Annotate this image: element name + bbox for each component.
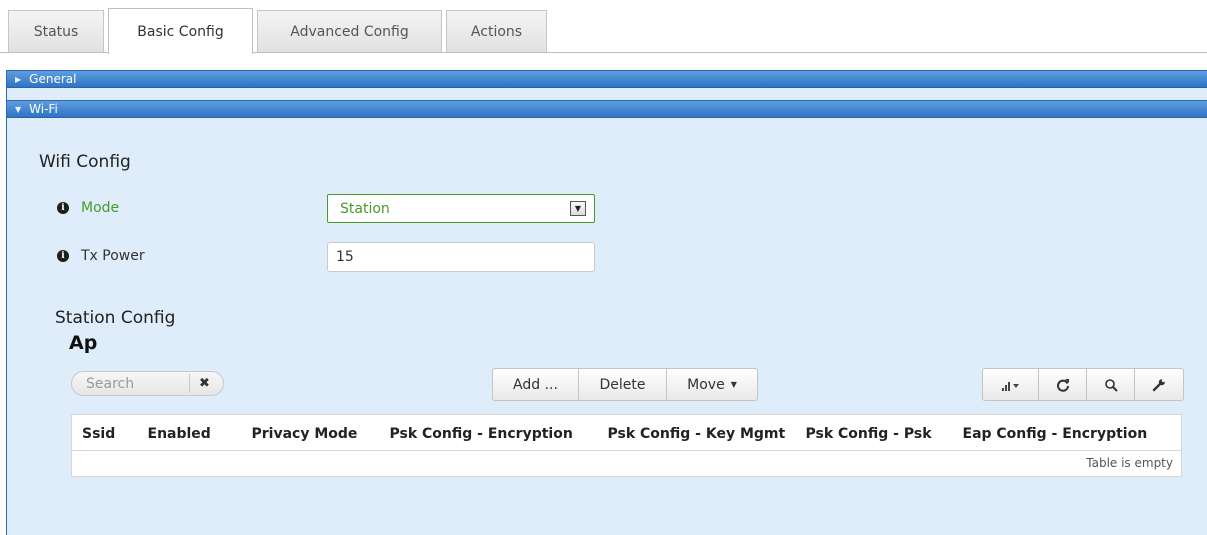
tx-power-input[interactable] [327, 242, 595, 272]
accordion-general-header[interactable]: ▶ General [7, 70, 1207, 88]
column-header-psk-encryption[interactable]: Psk Config - Encryption [379, 414, 598, 451]
column-header-psk-key-mgmt[interactable]: Psk Config - Key Mgmt [597, 414, 796, 451]
move-button-label: Move [687, 376, 725, 393]
mode-label: Mode [81, 200, 120, 216]
refresh-icon [1056, 378, 1069, 392]
table-header-row: Ssid Enabled Privacy Mode Psk Config - E… [71, 414, 1182, 451]
tab-label: Status [33, 24, 79, 40]
accordion-wifi-header[interactable]: ▼ Wi-Fi [7, 100, 1207, 118]
search-button[interactable] [1087, 369, 1135, 400]
refresh-button[interactable] [1039, 369, 1087, 400]
info-icon[interactable]: i [57, 202, 69, 214]
search-input[interactable] [72, 372, 182, 395]
wifi-config-title: Wifi Config [39, 152, 131, 172]
columns-signal-icon [1001, 381, 1019, 391]
tab-actions[interactable]: Actions [446, 10, 547, 53]
tab-label: Basic Config [137, 23, 224, 40]
delete-button[interactable]: Delete [579, 369, 667, 400]
caret-down-icon: ▼ [730, 380, 737, 389]
mode-select-value: Station [340, 200, 390, 217]
tx-power-row: i Tx Power [57, 248, 145, 264]
column-header-ssid[interactable]: Ssid [71, 414, 138, 451]
accordion-wifi-label: Wi-Fi [29, 102, 58, 116]
columns-menu-button[interactable] [983, 369, 1039, 400]
column-header-privacy-mode[interactable]: Privacy Mode [241, 414, 380, 451]
table-action-buttons: Add ... Delete Move ▼ [492, 368, 758, 401]
table-title: Ap [69, 332, 98, 354]
tab-bar: Status Basic Config Advanced Config Acti… [0, 0, 1207, 54]
ap-table: Ssid Enabled Privacy Mode Psk Config - E… [71, 414, 1182, 477]
search-icon [1104, 378, 1118, 392]
tab-status[interactable]: Status [8, 10, 104, 53]
add-button[interactable]: Add ... [493, 369, 579, 400]
expand-right-icon: ▶ [15, 74, 22, 84]
column-header-eap-encryption[interactable]: Eap Config - Encryption [952, 414, 1182, 451]
move-button[interactable]: Move ▼ [667, 369, 757, 400]
tx-power-label: Tx Power [81, 248, 145, 264]
column-header-psk[interactable]: Psk Config - Psk [795, 414, 953, 451]
search-box: ✖ [71, 371, 224, 396]
wrench-icon [1152, 378, 1165, 391]
mode-row: i Mode [57, 200, 119, 216]
dropdown-arrow-icon[interactable]: ▼ [570, 201, 586, 216]
tab-basic-config[interactable]: Basic Config [108, 8, 253, 54]
tab-label: Actions [470, 24, 523, 40]
config-panel: ▶ General ▼ Wi-Fi Wifi Config i Mode Sta… [6, 70, 1207, 535]
collapse-down-icon: ▼ [15, 104, 22, 114]
station-config-title: Station Config [55, 308, 176, 328]
table-empty-row: Table is empty [72, 451, 1182, 477]
table-tool-buttons [982, 368, 1184, 401]
info-icon[interactable]: i [57, 250, 69, 262]
accordion-general-label: General [29, 72, 77, 86]
tab-label: Advanced Config [290, 24, 409, 40]
table-empty-message: Table is empty [1086, 456, 1173, 470]
mode-select[interactable]: Station ▼ [327, 194, 595, 223]
tab-advanced-config[interactable]: Advanced Config [257, 10, 442, 53]
clear-search-icon[interactable]: ✖ [189, 374, 219, 393]
settings-button[interactable] [1135, 369, 1183, 400]
column-header-enabled[interactable]: Enabled [137, 414, 242, 451]
